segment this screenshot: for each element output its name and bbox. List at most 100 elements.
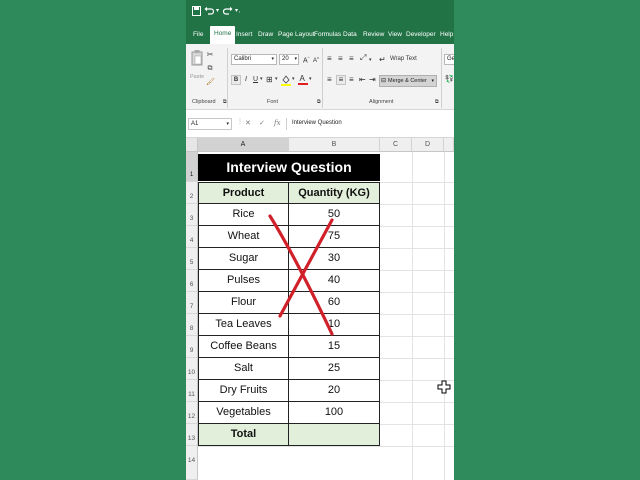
header-cell-product[interactable]: Product bbox=[198, 182, 289, 204]
row-header[interactable]: 1 bbox=[186, 152, 198, 182]
align-bottom-icon[interactable]: ≡ bbox=[349, 54, 354, 63]
quantity-cell[interactable]: 10 bbox=[289, 314, 380, 336]
quantity-cell[interactable]: 20 bbox=[289, 380, 380, 402]
decrease-font-icon[interactable]: Av bbox=[313, 55, 319, 64]
formula-input[interactable]: Interview Question bbox=[286, 118, 454, 130]
quantity-cell[interactable]: 50 bbox=[289, 204, 380, 226]
insert-function-icon[interactable]: fx bbox=[274, 119, 281, 127]
underline-button[interactable]: U bbox=[253, 76, 258, 83]
quantity-cell[interactable]: 75 bbox=[289, 226, 380, 248]
undo-icon[interactable] bbox=[204, 6, 215, 17]
name-box[interactable]: A1 ▾ bbox=[188, 118, 232, 130]
align-left-icon[interactable]: ≡ bbox=[327, 75, 332, 84]
number-format-box[interactable]: Ge bbox=[444, 54, 454, 65]
cut-icon[interactable]: ✂ bbox=[206, 50, 214, 60]
chevron-down-icon[interactable]: ▾ bbox=[369, 57, 372, 63]
font-launcher-icon[interactable]: ⧉ bbox=[317, 99, 321, 105]
row-header[interactable]: 14 bbox=[186, 446, 198, 480]
increase-indent-icon[interactable]: ⇥ bbox=[369, 75, 376, 84]
product-cell[interactable]: Coffee Beans bbox=[198, 336, 289, 358]
product-cell[interactable]: Wheat bbox=[198, 226, 289, 248]
quantity-cell[interactable]: 25 bbox=[289, 358, 380, 380]
row-header[interactable]: 4 bbox=[186, 226, 198, 248]
increase-font-icon[interactable]: A^ bbox=[303, 55, 310, 64]
row-header[interactable]: 12 bbox=[186, 402, 198, 424]
quantity-cell[interactable]: 100 bbox=[289, 402, 380, 424]
align-center-button[interactable]: ≡ bbox=[336, 75, 346, 85]
customize-toolbar-icon[interactable]: ‚ bbox=[239, 6, 249, 17]
align-middle-icon[interactable]: ≡ bbox=[338, 54, 343, 63]
quantity-cell[interactable]: 40 bbox=[289, 270, 380, 292]
tab-review[interactable]: Review bbox=[363, 28, 384, 44]
font-color-icon[interactable]: A bbox=[298, 73, 308, 88]
row-header[interactable]: 3 bbox=[186, 204, 198, 226]
quantity-cell[interactable]: 60 bbox=[289, 292, 380, 314]
bold-button[interactable]: B bbox=[231, 75, 241, 85]
row-header[interactable]: 10 bbox=[186, 358, 198, 380]
tab-page-layout[interactable]: Page Layout bbox=[278, 28, 315, 44]
save-icon[interactable] bbox=[192, 6, 202, 17]
merge-center-button[interactable]: ⊟ Merge & Center ▾ bbox=[379, 75, 437, 87]
chevron-down-icon[interactable]: ▾ bbox=[260, 76, 263, 82]
product-cell[interactable]: Vegetables bbox=[198, 402, 289, 424]
tab-formulas[interactable]: Formulas bbox=[314, 28, 341, 44]
cancel-icon[interactable]: ✕ bbox=[245, 119, 251, 127]
tab-draw[interactable]: Draw bbox=[258, 28, 273, 44]
tab-home[interactable]: Home bbox=[210, 26, 236, 44]
alignment-launcher-icon[interactable]: ⧉ bbox=[435, 99, 439, 105]
copy-icon[interactable]: ⧉ bbox=[206, 64, 214, 74]
row-header[interactable]: 2 bbox=[186, 182, 198, 204]
select-all-corner[interactable] bbox=[186, 138, 198, 152]
paste-icon[interactable] bbox=[191, 49, 203, 67]
align-top-icon[interactable]: ≡ bbox=[327, 54, 332, 63]
product-cell[interactable]: Salt bbox=[198, 358, 289, 380]
product-cell[interactable]: Flour bbox=[198, 292, 289, 314]
row-header[interactable]: 9 bbox=[186, 336, 198, 358]
wrap-text-icon[interactable]: ↵ bbox=[379, 55, 386, 64]
tab-view[interactable]: View bbox=[388, 28, 402, 44]
enter-icon[interactable]: ✓ bbox=[259, 119, 265, 127]
italic-button[interactable]: I bbox=[245, 76, 247, 83]
product-cell[interactable]: Sugar bbox=[198, 248, 289, 270]
row-header[interactable]: 13 bbox=[186, 424, 198, 446]
column-header-d[interactable]: D bbox=[412, 138, 444, 152]
worksheet-grid[interactable]: A B C D 1 2 3 4 5 6 7 8 9 10 11 12 13 14… bbox=[186, 138, 454, 480]
product-cell[interactable]: Tea Leaves bbox=[198, 314, 289, 336]
more-icon[interactable]: ⋮ bbox=[237, 118, 243, 125]
row-header[interactable]: 5 bbox=[186, 248, 198, 270]
align-right-icon[interactable]: ≡ bbox=[349, 75, 354, 84]
fill-color-icon[interactable] bbox=[281, 74, 291, 88]
tab-developer[interactable]: Developer bbox=[406, 28, 436, 44]
quantity-cell[interactable]: 30 bbox=[289, 248, 380, 270]
decrease-indent-icon[interactable]: ⇤ bbox=[359, 75, 366, 84]
currency-icon[interactable]: 💱 bbox=[445, 75, 454, 83]
format-painter-icon[interactable]: 🖌 bbox=[206, 78, 215, 88]
tab-help[interactable]: Help bbox=[440, 28, 453, 44]
column-header-c[interactable]: C bbox=[380, 138, 412, 152]
chevron-down-icon[interactable]: ▾ bbox=[292, 76, 295, 82]
total-value-cell[interactable] bbox=[289, 424, 380, 446]
product-cell[interactable]: Pulses bbox=[198, 270, 289, 292]
tab-data[interactable]: Data bbox=[343, 28, 357, 44]
wrap-text-label[interactable]: Wrap Text bbox=[390, 56, 417, 62]
borders-icon[interactable]: ⊞ bbox=[266, 75, 273, 84]
product-cell[interactable]: Rice bbox=[198, 204, 289, 226]
column-header-b[interactable]: B bbox=[289, 138, 380, 152]
redo-icon[interactable] bbox=[222, 6, 233, 17]
chevron-down-icon[interactable]: ▾ bbox=[309, 76, 312, 82]
row-header[interactable]: 7 bbox=[186, 292, 198, 314]
quantity-cell[interactable]: 15 bbox=[289, 336, 380, 358]
chevron-down-icon[interactable]: ▾ bbox=[275, 76, 278, 82]
font-size-box[interactable]: 20 ▾ bbox=[279, 54, 299, 65]
row-header[interactable]: 6 bbox=[186, 270, 198, 292]
tab-file[interactable]: File bbox=[193, 28, 203, 44]
tab-insert[interactable]: Insert bbox=[236, 28, 252, 44]
row-header[interactable]: 8 bbox=[186, 314, 198, 336]
orientation-icon[interactable]: ⤢ bbox=[360, 53, 366, 63]
font-name-box[interactable]: Calibri ▾ bbox=[231, 54, 277, 65]
paste-label[interactable]: Paste bbox=[190, 74, 204, 80]
header-cell-quantity[interactable]: Quantity (KG) bbox=[289, 182, 380, 204]
row-header[interactable]: 11 bbox=[186, 380, 198, 402]
column-header-e[interactable] bbox=[444, 138, 454, 152]
title-cell[interactable]: Interview Question bbox=[198, 154, 380, 181]
